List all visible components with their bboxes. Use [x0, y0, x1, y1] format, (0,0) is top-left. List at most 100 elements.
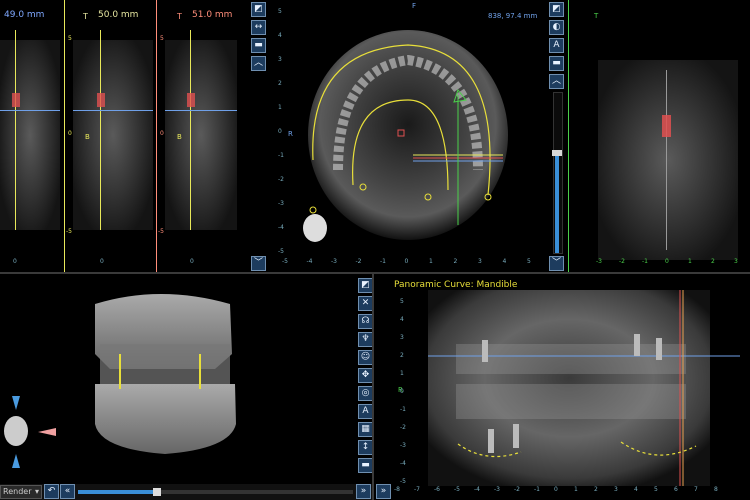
- ruler-tick: 1: [688, 258, 692, 265]
- ruler-tick: -2: [355, 258, 362, 265]
- marker-t: T: [83, 12, 88, 21]
- ruler-value: 5: [160, 35, 164, 42]
- zoom-icon[interactable]: ◩: [358, 278, 373, 293]
- ruler-tick: -3: [596, 258, 602, 265]
- chevron-right-icon[interactable]: »: [376, 484, 391, 499]
- implant[interactable]: [656, 338, 662, 360]
- cross-section-1-label: 49.0 mm: [4, 10, 45, 20]
- ruler-tick: 5: [654, 486, 658, 493]
- vertical-divider[interactable]: [372, 274, 374, 500]
- chevron-right-icon[interactable]: »: [356, 484, 371, 499]
- ruler-tick: 2: [278, 80, 282, 87]
- ruler-tick: -3: [331, 258, 337, 265]
- mandible-render: [95, 384, 236, 454]
- slice-line: [73, 110, 153, 111]
- ruler-tick: 5: [400, 298, 404, 305]
- chevron-down-icon: ▾: [34, 487, 39, 496]
- zoom-icon[interactable]: ◩: [251, 2, 266, 17]
- cross-section-2[interactable]: T 50.0 mm B 5 0 -5: [63, 0, 153, 272]
- sagittal-panel[interactable]: T -3 -2 -1 0 1 2 3: [568, 0, 750, 272]
- annotation-icon[interactable]: A: [549, 38, 564, 53]
- axis-line: [190, 30, 191, 230]
- ruler-tick: 2: [594, 486, 598, 493]
- implant[interactable]: [488, 429, 494, 453]
- implant-marker: [12, 93, 20, 107]
- ruler-tick: 1: [574, 486, 578, 493]
- head-orientation-icon[interactable]: [4, 416, 28, 446]
- ruler-tick: -1: [400, 406, 406, 413]
- axis-line: [100, 30, 101, 230]
- render-mode-select[interactable]: Render ▾: [0, 485, 42, 499]
- ruler-tick: 4: [400, 316, 404, 323]
- implant-icon[interactable]: ♆: [358, 332, 373, 347]
- ruler-value: 0: [13, 258, 17, 265]
- implant[interactable]: [634, 334, 640, 356]
- ruler-tick: 5: [278, 8, 282, 15]
- ruler-value: 0: [190, 258, 194, 265]
- zoom-icon[interactable]: ◩: [549, 2, 564, 17]
- orientation-head-icon: [303, 214, 327, 242]
- ruler-icon[interactable]: ↕: [358, 440, 373, 455]
- ruler-tick: 6: [674, 486, 678, 493]
- ruler-tick: -4: [474, 486, 480, 493]
- marker-t: T: [177, 12, 182, 21]
- pan-icon[interactable]: ▬: [549, 56, 564, 71]
- nerve-icon[interactable]: ☊: [358, 314, 373, 329]
- section-border: [156, 0, 157, 272]
- implant-marker: [97, 93, 105, 107]
- panoramic-panel[interactable]: Panoramic Curve: Mandible T R -8-7-6-5-4…: [376, 274, 750, 500]
- ruler-tick: -3: [278, 200, 284, 207]
- implant-axis: [666, 70, 667, 250]
- ruler-tick: -4: [400, 460, 406, 467]
- chevron-up-icon[interactable]: ︿: [549, 74, 564, 89]
- face-icon[interactable]: ☺: [358, 350, 373, 365]
- sagittal-slider[interactable]: [552, 92, 563, 254]
- ruler-tick: -4: [306, 258, 313, 265]
- grid-icon[interactable]: ▦: [358, 422, 373, 437]
- pan-icon[interactable]: ▬: [358, 458, 373, 473]
- ruler-tick: 0: [404, 258, 409, 265]
- ruler-tick: 1: [429, 258, 433, 265]
- ruler-tick: -1: [642, 258, 648, 265]
- chevron-down-icon[interactable]: ﹀: [549, 256, 564, 271]
- ruler-tick: -2: [619, 258, 625, 265]
- slice-line: [165, 110, 237, 111]
- chevron-down-icon[interactable]: ﹀: [251, 256, 266, 271]
- chevron-left-icon[interactable]: «: [60, 484, 75, 499]
- render-view: [95, 294, 236, 454]
- cross-section-3[interactable]: T 51.0 mm B 5 0 -5: [155, 0, 237, 272]
- axial-panel[interactable]: F 838, 97.4 mm R -5 -4 -3 -2 -1 0 1 2 3 4 5 543210…: [268, 0, 548, 272]
- ruler-tick: -5: [282, 258, 288, 265]
- measure-icon[interactable]: ↔: [251, 20, 266, 35]
- pan-icon[interactable]: ▬: [251, 38, 266, 53]
- ruler-tick: 8: [714, 486, 718, 493]
- annotation-icon[interactable]: A: [358, 404, 373, 419]
- ruler-tick: 2: [453, 258, 458, 265]
- ruler-tick: -1: [534, 486, 540, 493]
- ruler-tick: 4: [634, 486, 638, 493]
- ruler-tick: -5: [454, 486, 460, 493]
- ruler-tick: 3: [734, 258, 738, 265]
- ruler-tick: -4: [278, 224, 284, 231]
- ruler-tick: 3: [400, 334, 404, 341]
- cross-section-2-label: 50.0 mm: [98, 10, 139, 20]
- crosshair-icon[interactable]: ◎: [358, 386, 373, 401]
- slice-line: [0, 110, 60, 111]
- ruler-tick: -5: [278, 248, 284, 255]
- cross-section-1[interactable]: 49.0 mm: [0, 0, 62, 272]
- rotate-icon[interactable]: ◐: [549, 20, 564, 35]
- layout-icon[interactable]: ✥: [358, 368, 373, 383]
- ruler-tick: 0: [400, 388, 404, 395]
- implant[interactable]: [482, 340, 488, 362]
- horizontal-divider[interactable]: [0, 272, 750, 274]
- ruler-tick: 2: [400, 352, 404, 359]
- chevron-up-icon[interactable]: ︿: [251, 56, 266, 71]
- render-panel[interactable]: Render ▾ ↶ « »: [0, 274, 372, 500]
- implant[interactable]: [513, 424, 519, 448]
- ruler-tick: -2: [400, 424, 406, 431]
- cross-section-panel[interactable]: 49.0 mm T 50.0 mm B 5 0 -5 T 51.0 mm B 5…: [0, 0, 250, 272]
- undo-icon[interactable]: ↶: [44, 484, 59, 499]
- crop-icon[interactable]: ✕: [358, 296, 373, 311]
- render-slider[interactable]: [78, 488, 353, 496]
- ruler-tick: -5: [400, 478, 406, 485]
